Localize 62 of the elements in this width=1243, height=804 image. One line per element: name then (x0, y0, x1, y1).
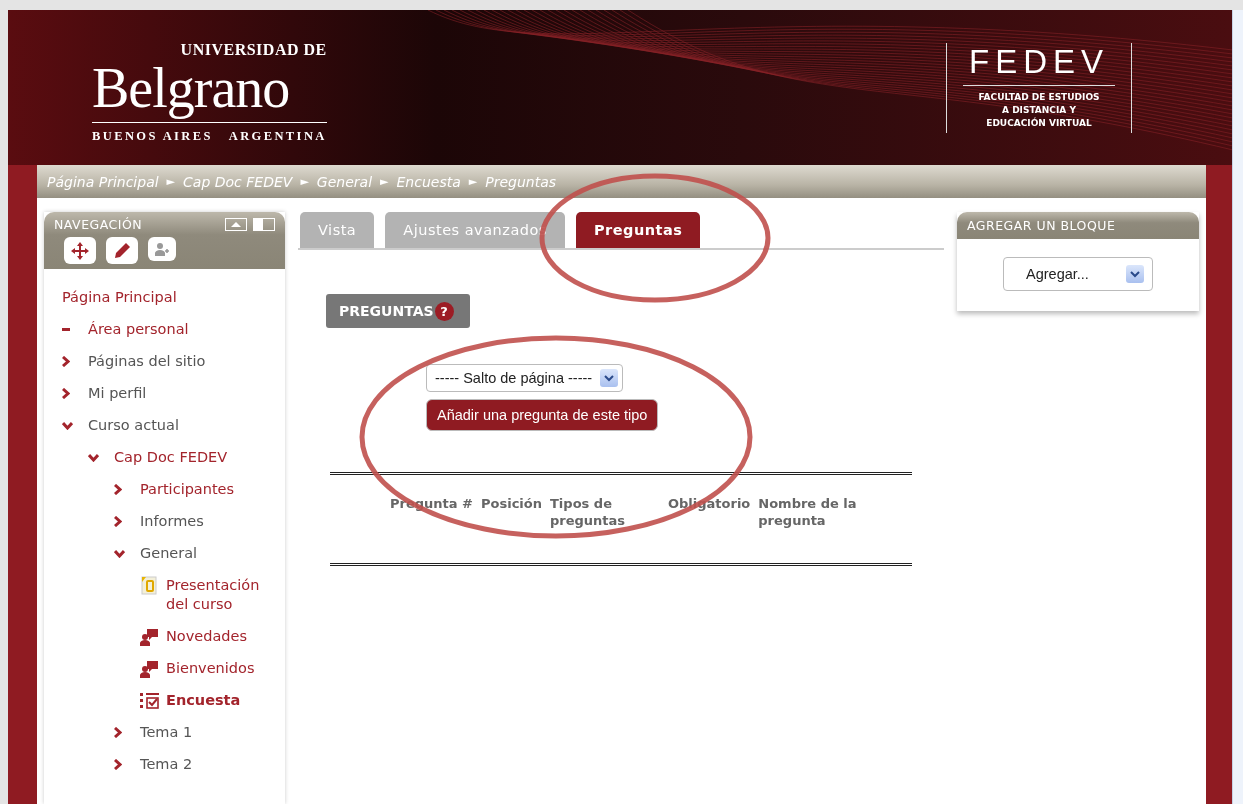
breadcrumb-separator: ► (300, 175, 309, 188)
forum-icon (140, 659, 159, 678)
document-icon (140, 576, 158, 595)
scrollbar[interactable] (1232, 10, 1243, 804)
collapsed-chevron-icon (114, 516, 122, 527)
breadcrumb-separator: ► (380, 175, 389, 188)
faculty-logo-text: FEDEV (963, 42, 1115, 86)
block-title: AGREGAR UN BLOQUE (957, 212, 1199, 239)
breadcrumb-separator: ► (166, 175, 176, 188)
pencil-icon (112, 240, 132, 261)
nav-link[interactable]: Tema 2 (140, 755, 265, 774)
nav-link[interactable]: Presentación del curso (166, 576, 285, 614)
tab[interactable]: Preguntas (575, 212, 701, 248)
survey-icon (140, 692, 160, 709)
nav-link[interactable]: Mi perfil (88, 384, 213, 403)
dock-icon[interactable] (253, 218, 275, 231)
nav-link[interactable]: Informes (140, 512, 265, 531)
block-title: NAVEGACIÓN (54, 217, 143, 232)
faculty-name: FACULTAD DE ESTUDIOS (978, 90, 1100, 104)
add-question-button[interactable]: Añadir una pregunta de este tipo (426, 399, 659, 431)
collapse-icon[interactable] (225, 218, 247, 231)
logo-text: BUENOS AIRES ARGENTINA (92, 121, 327, 144)
dropdown-icon (604, 374, 615, 382)
collapsed-chevron-icon (114, 484, 122, 495)
nav-link[interactable]: Encuesta (166, 691, 285, 710)
expanded-chevron-icon (62, 421, 73, 430)
dropdown-icon (1130, 270, 1140, 278)
logo-text: UNIVERSIDAD DE (180, 41, 327, 58)
nav-link[interactable]: Tema 1 (140, 723, 265, 742)
nav-link[interactable]: Curso actual (88, 416, 213, 435)
move-icon (70, 240, 90, 261)
logo-text: Belgrano (92, 57, 291, 118)
section-title: PREGUNTAS (339, 303, 434, 319)
nav-link[interactable]: General (140, 544, 265, 563)
assign-role-button[interactable] (148, 237, 176, 261)
nav-link[interactable]: Cap Doc FEDEV (114, 448, 239, 467)
add-block-select[interactable]: Agregar... (1003, 257, 1153, 291)
faculty-name: EDUCACIÓN VIRTUAL (986, 116, 1092, 130)
nav-link[interactable]: Novedades (166, 627, 285, 646)
column-header: Nombre de la pregunta (758, 495, 858, 530)
nav-link[interactable]: Página Principal (62, 288, 187, 307)
column-header: Tipos de preguntas (550, 495, 627, 530)
nav-link[interactable]: Área personal (88, 320, 213, 339)
forum-icon (140, 627, 159, 646)
collapsed-chevron-icon (114, 727, 122, 738)
collapsed-chevron-icon (62, 388, 70, 399)
breadcrumb-separator: ► (468, 175, 478, 188)
collapsed-chevron-icon (62, 356, 70, 367)
nav-link[interactable]: Bienvenidos (166, 659, 285, 678)
collapsed-chevron-icon (114, 759, 122, 770)
question-type-select[interactable]: ----- Salto de página ----- (426, 364, 624, 392)
edit-button[interactable] (106, 237, 138, 264)
help-icon[interactable]: ? (434, 301, 454, 321)
nav-link[interactable]: Páginas del sitio (88, 352, 213, 371)
move-button[interactable] (64, 237, 96, 264)
expanded-chevron-icon (114, 549, 125, 558)
column-header: Posición (481, 495, 542, 513)
faculty-name: A DISTANCIA Y (1002, 103, 1076, 117)
expanded-chevron-icon (88, 453, 99, 462)
dash-icon (62, 328, 70, 331)
nav-link[interactable]: Participantes (140, 480, 265, 499)
add-user-icon (154, 241, 170, 257)
